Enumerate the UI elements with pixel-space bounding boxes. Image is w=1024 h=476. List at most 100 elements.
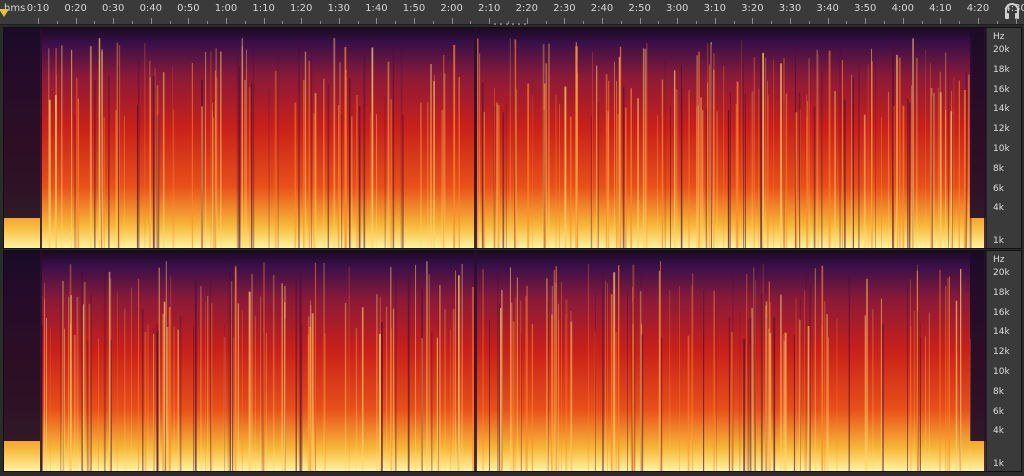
transient-streak — [632, 324, 634, 471]
transient-streak — [795, 112, 798, 248]
transient-streak — [303, 80, 305, 248]
transient-streak — [764, 57, 767, 248]
transient-streak — [630, 88, 632, 248]
spectrogram-channel-2[interactable] — [4, 251, 989, 471]
transient-streak — [823, 301, 826, 471]
transient-streak — [156, 330, 159, 471]
transient-streak — [610, 294, 613, 471]
transient-streak — [848, 274, 851, 471]
transient-streak — [205, 301, 206, 471]
transient-streak — [687, 335, 690, 471]
transient-streak — [955, 300, 958, 471]
transient-streak — [144, 331, 147, 471]
transient-streak — [874, 49, 876, 248]
major-tick — [113, 18, 115, 24]
transient-streak — [968, 74, 970, 248]
transient-streak — [248, 291, 251, 471]
time-label: 3:30 — [778, 3, 802, 14]
transient-streak — [310, 55, 313, 248]
transient-streak — [455, 270, 456, 471]
major-tick — [1015, 18, 1017, 24]
transient-streak — [751, 91, 754, 248]
transient-streak — [193, 325, 194, 471]
transient-streak — [897, 59, 898, 248]
major-tick — [38, 18, 39, 24]
gap-line — [40, 28, 42, 248]
time-label: 3:00 — [665, 3, 689, 14]
spectral-channel-1[interactable]: Hz 20k 18k 16k 14k 12k 10k 8k 6k 4k 1k — [3, 27, 1022, 249]
major-tick — [602, 18, 603, 24]
minor-tick — [884, 21, 885, 24]
transient-streak — [300, 267, 302, 471]
transient-streak — [866, 278, 868, 471]
transient-streak — [760, 48, 763, 248]
transient-streak — [402, 114, 404, 248]
transient-streak — [605, 280, 606, 471]
transient-streak — [760, 294, 763, 471]
frequency-tick-label: 18k — [993, 64, 1010, 75]
transient-streak — [753, 56, 756, 248]
transient-streak — [749, 317, 752, 471]
transient-streak — [376, 114, 378, 248]
playhead-icon[interactable] — [0, 9, 9, 17]
transient-streak — [452, 308, 455, 471]
spectral-channel-2[interactable]: Hz 20k 18k 16k 14k 12k 10k 8k 6k 4k 1k — [3, 250, 1022, 472]
transient-streak — [673, 70, 676, 248]
transient-streak — [615, 332, 618, 471]
transient-streak — [948, 65, 949, 248]
transient-streak — [696, 106, 698, 248]
transient-streak — [137, 60, 140, 248]
transient-streak — [70, 295, 72, 471]
gap-line — [474, 28, 477, 248]
transient-streak — [804, 290, 806, 471]
transient-streak — [238, 66, 241, 248]
transient-streak — [170, 276, 172, 471]
transient-streak — [864, 315, 866, 471]
transient-streak — [619, 46, 622, 248]
transient-streak — [769, 333, 772, 471]
transient-streak — [237, 303, 239, 471]
transient-streak — [622, 86, 625, 248]
minor-tick — [169, 21, 171, 24]
transient-streak — [963, 89, 966, 248]
transient-streak — [162, 72, 165, 248]
transient-streak — [953, 77, 955, 248]
transient-streak — [773, 59, 775, 248]
transient-streak — [430, 63, 432, 248]
major-tick — [414, 18, 415, 24]
transient-streak — [945, 285, 947, 471]
transient-streak — [415, 264, 417, 471]
hz-unit-label: Hz — [993, 255, 1005, 265]
major-tick — [902, 18, 904, 24]
transient-streak — [969, 339, 971, 471]
transient-streak — [634, 297, 636, 471]
transient-streak — [657, 115, 659, 248]
transient-streak — [90, 293, 92, 471]
transient-streak — [828, 50, 831, 248]
spectrogram-channel-1[interactable] — [4, 28, 989, 248]
frequency-tick-label: 16k — [993, 307, 1010, 318]
transient-streak — [313, 113, 315, 248]
transient-streak — [680, 65, 682, 248]
transient-streak — [625, 107, 627, 248]
transient-streak — [708, 64, 710, 248]
transient-streak — [826, 314, 828, 471]
spectrum-fill — [4, 251, 989, 471]
frequency-tick-label: 6k — [993, 406, 1004, 417]
transient-streak — [928, 312, 930, 471]
transient-streak — [912, 38, 914, 248]
transient-streak — [807, 326, 810, 471]
time-label: 2:10 — [477, 3, 501, 14]
minor-tick — [696, 21, 697, 24]
frequency-tick-label: 16k — [993, 84, 1010, 95]
time-label: 0:50 — [177, 3, 200, 14]
transient-streak — [98, 338, 99, 471]
transient-streak — [706, 82, 709, 248]
major-tick — [978, 18, 979, 24]
time-label: 1:30 — [327, 3, 351, 14]
transient-streak — [762, 52, 764, 248]
headphones-icon[interactable] — [1004, 2, 1020, 20]
transient-streak — [245, 49, 247, 248]
transient-streak — [130, 287, 132, 471]
transient-streak — [144, 43, 146, 248]
